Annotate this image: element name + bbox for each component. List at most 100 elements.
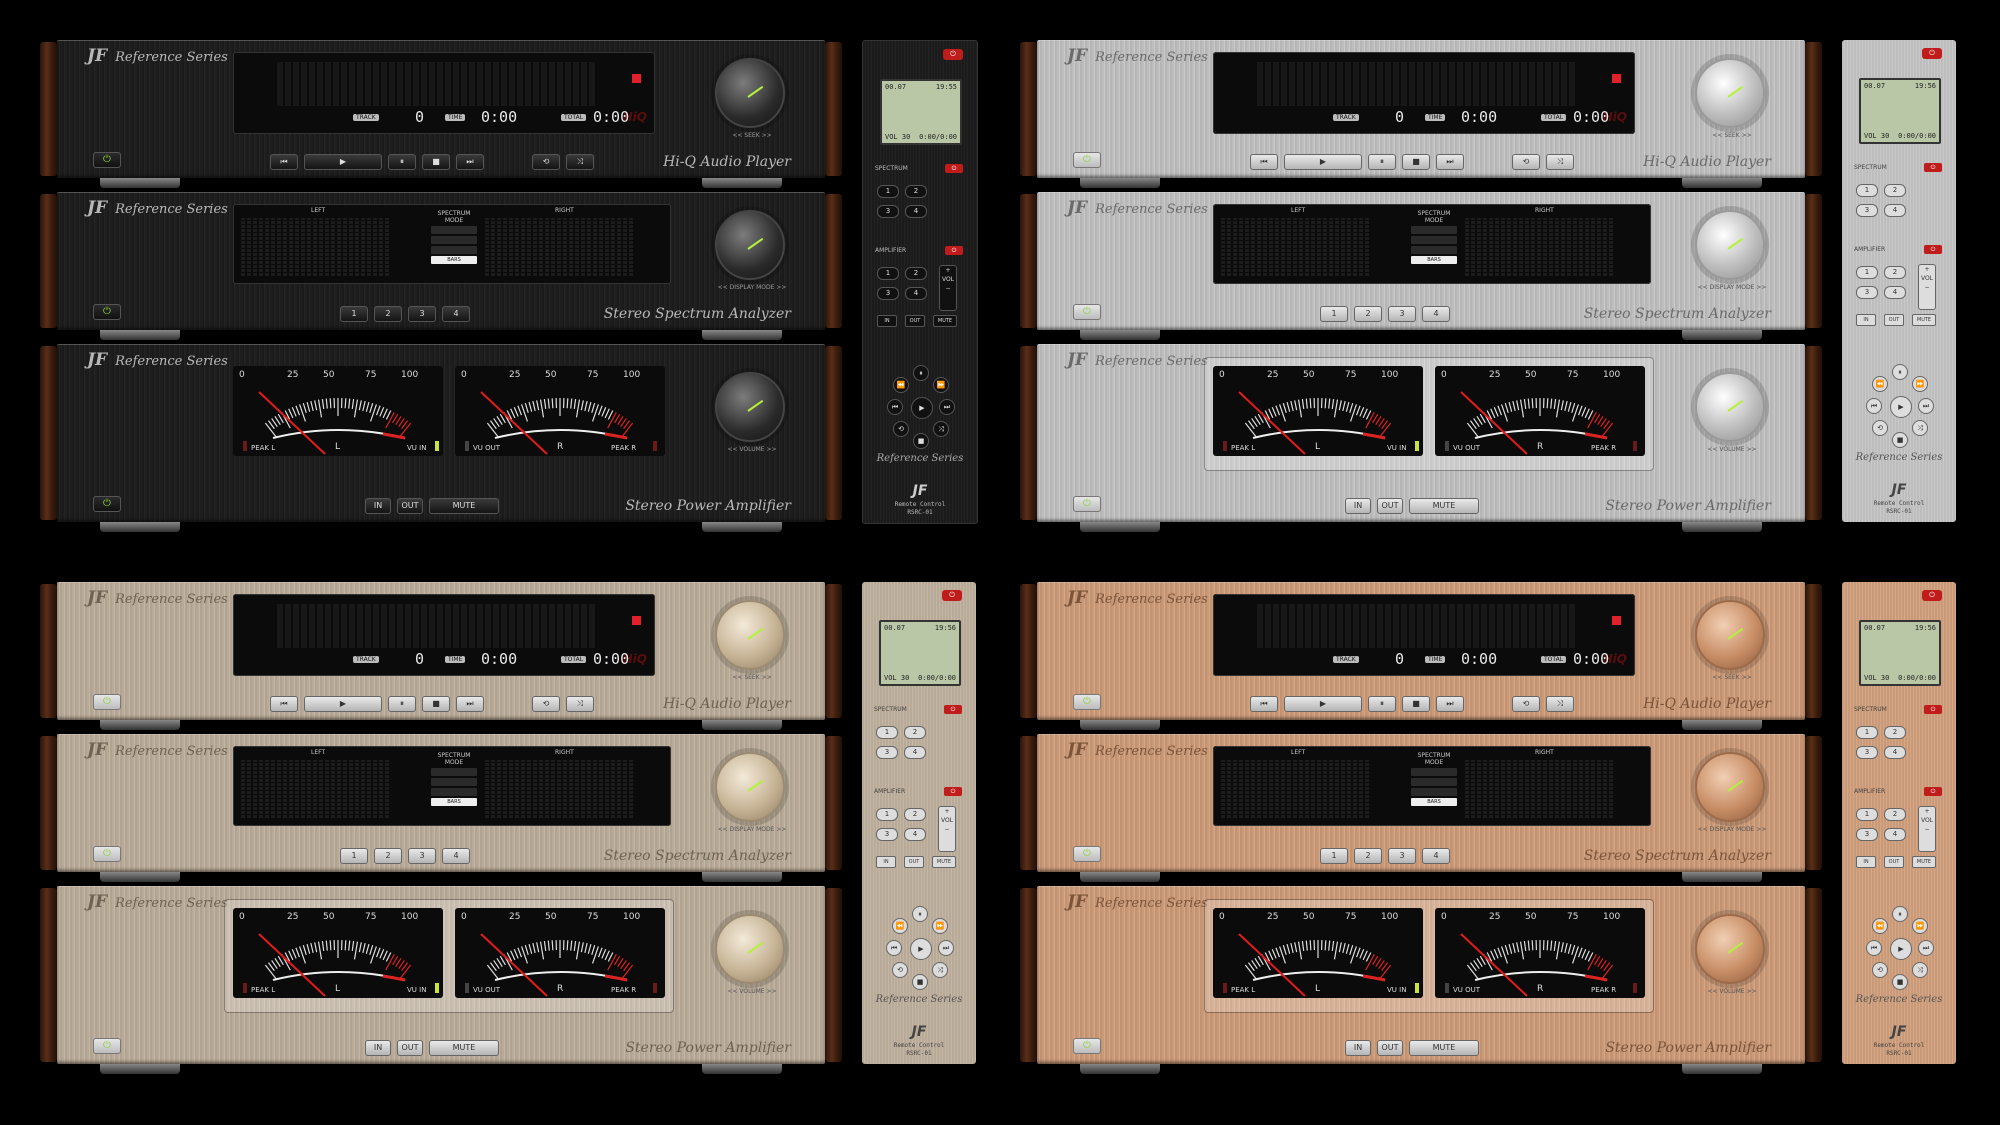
- transport-button[interactable]: ⏭: [1436, 696, 1464, 712]
- remote-amp-button[interactable]: IN: [1856, 856, 1876, 868]
- next-icon[interactable]: ⏭: [1918, 940, 1934, 956]
- transport-button[interactable]: ⏮: [270, 154, 298, 170]
- transport-button[interactable]: ⏸: [388, 154, 416, 170]
- stop-icon[interactable]: ■: [912, 974, 928, 990]
- fast-forward-icon[interactable]: ⏩: [932, 918, 948, 934]
- volume-rocker[interactable]: + VOL −: [1918, 264, 1936, 310]
- spectrum-preset-button[interactable]: 1: [1856, 184, 1878, 197]
- spectrum-mode-option[interactable]: [1411, 226, 1457, 234]
- transport-button[interactable]: ⤨: [566, 154, 594, 170]
- power-button[interactable]: ⏻: [93, 1038, 121, 1054]
- transport-button[interactable]: ⟲: [1512, 696, 1540, 712]
- spectrum-preset-button[interactable]: 3: [877, 205, 899, 218]
- preset-button[interactable]: 1: [1320, 306, 1348, 322]
- power-button[interactable]: ⏻: [1073, 304, 1101, 320]
- amplifier-preset-button[interactable]: 3: [1856, 286, 1878, 299]
- stop-icon[interactable]: ■: [913, 433, 929, 449]
- rewind-icon[interactable]: ⏪: [893, 377, 909, 393]
- pause-icon[interactable]: ⏸: [1892, 906, 1908, 922]
- transport-button[interactable]: ■: [1402, 154, 1430, 170]
- repeat-icon[interactable]: ⟲: [893, 421, 909, 437]
- preset-button[interactable]: 1: [340, 848, 368, 864]
- spectrum-mode-option[interactable]: [431, 226, 477, 234]
- amplifier-preset-button[interactable]: 1: [1856, 808, 1878, 821]
- spectrum-mode-option[interactable]: [431, 788, 477, 796]
- remote-amp-button[interactable]: MUTE: [1912, 314, 1936, 326]
- amplifier-preset-button[interactable]: 4: [1884, 286, 1906, 299]
- previous-icon[interactable]: ⏮: [1866, 398, 1882, 414]
- repeat-icon[interactable]: ⟲: [1872, 420, 1888, 436]
- transport-button[interactable]: ■: [422, 696, 450, 712]
- amplifier-preset-button[interactable]: 3: [1856, 828, 1878, 841]
- spectrum-mode-option[interactable]: [1411, 246, 1457, 254]
- amp-out-button[interactable]: OUT: [397, 498, 423, 514]
- play-icon[interactable]: ▶: [910, 938, 932, 960]
- transport-button[interactable]: ⟲: [1512, 154, 1540, 170]
- amplifier-preset-button[interactable]: 2: [1884, 266, 1906, 279]
- preset-button[interactable]: 3: [1388, 848, 1416, 864]
- spectrum-mode-option[interactable]: BARS: [431, 798, 477, 806]
- transport-button[interactable]: ▶: [304, 154, 382, 170]
- amplifier-preset-button[interactable]: 3: [876, 828, 898, 841]
- transport-button[interactable]: ⏮: [1250, 696, 1278, 712]
- transport-button[interactable]: ⏭: [456, 154, 484, 170]
- spectrum-mode-option[interactable]: [1411, 788, 1457, 796]
- amp-out-button[interactable]: OUT: [1377, 498, 1403, 514]
- spectrum-mode-option[interactable]: [431, 246, 477, 254]
- remote-amp-button[interactable]: IN: [877, 315, 897, 327]
- preset-button[interactable]: 4: [1422, 306, 1450, 322]
- volume-rocker[interactable]: + VOL −: [938, 806, 956, 852]
- rotary-knob[interactable]: [1695, 600, 1765, 670]
- amplifier-preset-button[interactable]: 4: [904, 828, 926, 841]
- remote-power-button[interactable]: ⏻: [1922, 590, 1942, 601]
- amplifier-preset-button[interactable]: 1: [877, 267, 899, 280]
- amplifier-power-button[interactable]: ⏻: [1924, 787, 1942, 796]
- spectrum-preset-button[interactable]: 2: [905, 185, 927, 198]
- preset-button[interactable]: 2: [1354, 306, 1382, 322]
- amplifier-preset-button[interactable]: 2: [905, 267, 927, 280]
- volume-rocker[interactable]: + VOL −: [1918, 806, 1936, 852]
- preset-button[interactable]: 3: [1388, 306, 1416, 322]
- amp-mute-button[interactable]: MUTE: [429, 1040, 499, 1056]
- spectrum-preset-button[interactable]: 4: [1884, 746, 1906, 759]
- spectrum-mode-option[interactable]: [1411, 768, 1457, 776]
- amp-out-button[interactable]: OUT: [397, 1040, 423, 1056]
- amplifier-power-button[interactable]: ⏻: [944, 787, 962, 796]
- spectrum-preset-button[interactable]: 4: [904, 746, 926, 759]
- transport-button[interactable]: ▶: [304, 696, 382, 712]
- repeat-icon[interactable]: ⟲: [1872, 962, 1888, 978]
- preset-button[interactable]: 2: [1354, 848, 1382, 864]
- amp-mute-button[interactable]: MUTE: [1409, 498, 1479, 514]
- power-button[interactable]: ⏻: [1073, 1038, 1101, 1054]
- remote-amp-button[interactable]: OUT: [1884, 856, 1904, 868]
- rewind-icon[interactable]: ⏪: [892, 918, 908, 934]
- remote-power-button[interactable]: ⏻: [943, 49, 963, 60]
- power-button[interactable]: ⏻: [93, 304, 121, 320]
- spectrum-preset-button[interactable]: 1: [877, 185, 899, 198]
- spectrum-mode-option[interactable]: BARS: [431, 256, 477, 264]
- spectrum-preset-button[interactable]: 4: [905, 205, 927, 218]
- spectrum-mode-option[interactable]: BARS: [1411, 256, 1457, 264]
- power-button[interactable]: ⏻: [1073, 846, 1101, 862]
- spectrum-power-button[interactable]: ⏻: [945, 164, 963, 173]
- shuffle-icon[interactable]: ⤨: [932, 962, 948, 978]
- preset-button[interactable]: 2: [374, 306, 402, 322]
- amplifier-preset-button[interactable]: 4: [905, 287, 927, 300]
- amp-in-button[interactable]: IN: [365, 498, 391, 514]
- spectrum-preset-button[interactable]: 3: [876, 746, 898, 759]
- preset-button[interactable]: 3: [408, 306, 436, 322]
- amp-out-button[interactable]: OUT: [1377, 1040, 1403, 1056]
- power-button[interactable]: ⏻: [93, 846, 121, 862]
- amp-in-button[interactable]: IN: [1345, 1040, 1371, 1056]
- play-icon[interactable]: ▶: [911, 397, 933, 419]
- remote-amp-button[interactable]: MUTE: [1912, 856, 1936, 868]
- amplifier-power-button[interactable]: ⏻: [945, 246, 963, 255]
- remote-power-button[interactable]: ⏻: [1922, 48, 1942, 59]
- power-button[interactable]: ⏻: [1073, 694, 1101, 710]
- next-icon[interactable]: ⏭: [1918, 398, 1934, 414]
- spectrum-preset-button[interactable]: 3: [1856, 746, 1878, 759]
- pause-icon[interactable]: ⏸: [913, 365, 929, 381]
- pause-icon[interactable]: ⏸: [912, 906, 928, 922]
- amp-mute-button[interactable]: MUTE: [1409, 1040, 1479, 1056]
- transport-button[interactable]: ⤨: [566, 696, 594, 712]
